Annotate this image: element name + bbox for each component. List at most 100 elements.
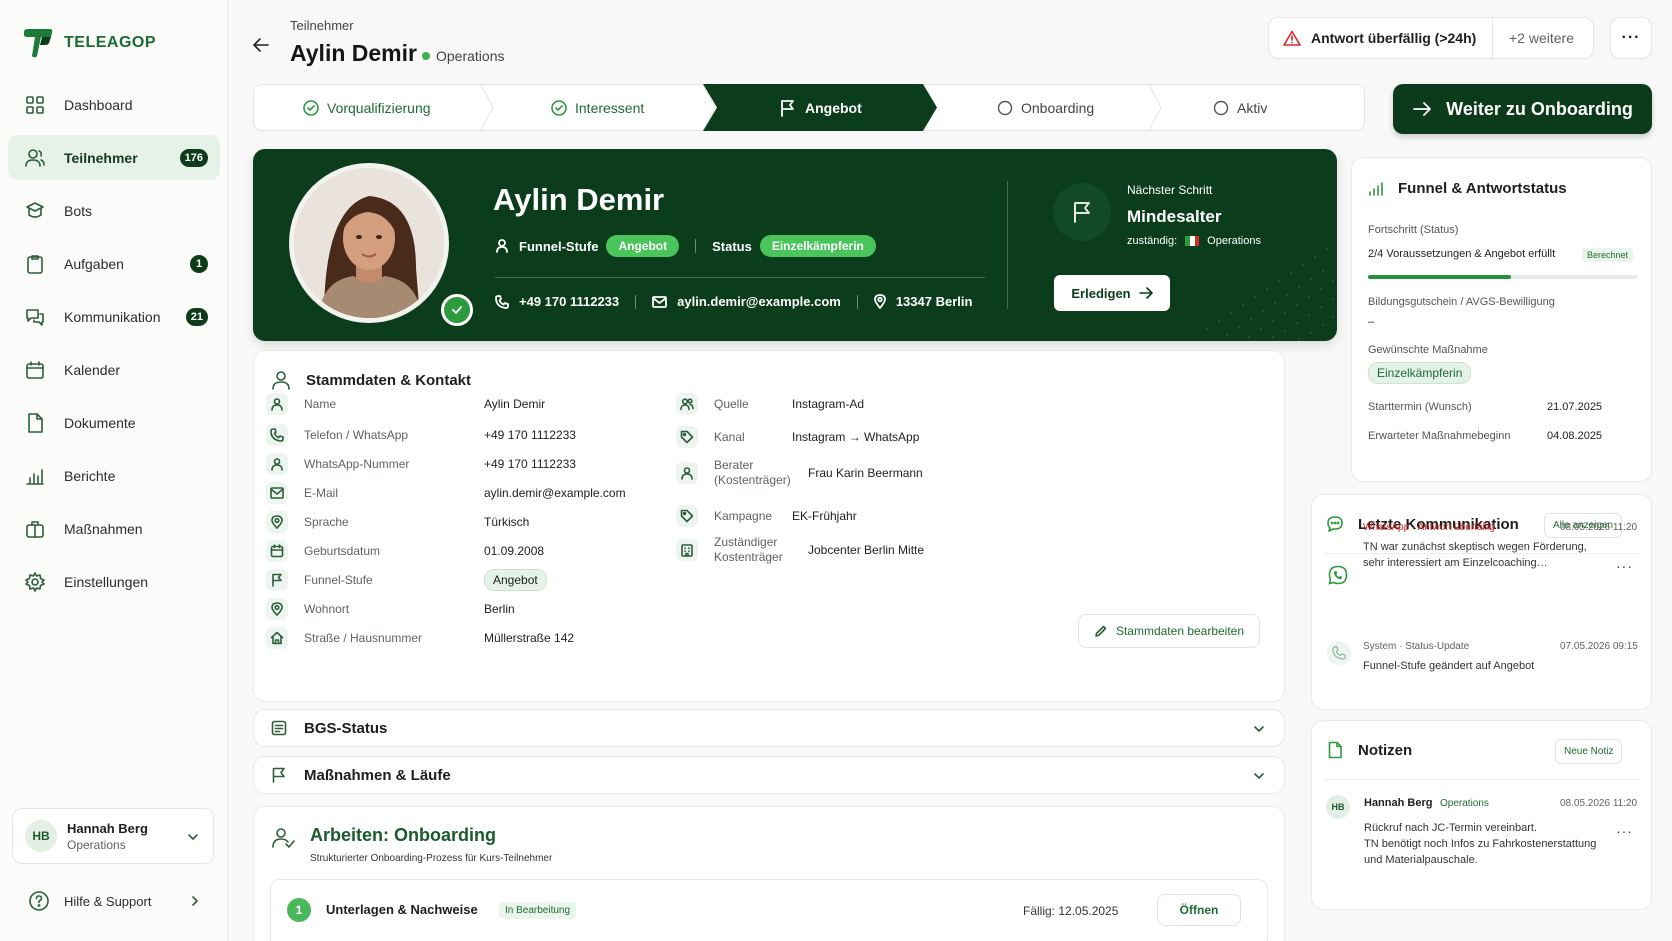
home-icon bbox=[270, 631, 284, 645]
sidebar-item-berichte[interactable]: Berichte bbox=[8, 453, 220, 498]
document-icon bbox=[28, 412, 43, 433]
bgs-label: Bildungsgutschein / AVGS-Bewilligung bbox=[1368, 296, 1555, 308]
message-more-button[interactable]: ··· bbox=[1616, 558, 1633, 574]
sidebar-item-label: Maßnahmen bbox=[64, 520, 143, 537]
divider bbox=[1324, 779, 1641, 780]
sidebar-item-massnahmen[interactable]: Maßnahmen bbox=[8, 506, 220, 551]
sidebar-item-dokumente[interactable]: Dokumente bbox=[8, 400, 220, 445]
funnel-stage-badge: Angebot bbox=[484, 569, 547, 591]
bot-icon bbox=[26, 201, 44, 218]
email-contact[interactable]: aylin.demir@example.com bbox=[652, 294, 841, 309]
divider bbox=[635, 294, 637, 309]
edit-stammdaten-button[interactable]: Stammdaten bearbeiten bbox=[1078, 614, 1260, 648]
gear-icon bbox=[25, 571, 45, 592]
alert-pill[interactable]: Antwort überfällig (>24h) +2 weitere bbox=[1268, 17, 1594, 59]
more-options-button[interactable]: ··· bbox=[1610, 17, 1652, 59]
field-language: Sprache Türkisch bbox=[266, 511, 529, 533]
step-aktiv[interactable]: Aktiv bbox=[1213, 84, 1267, 131]
complete-step-button[interactable]: Erledigen bbox=[1054, 275, 1170, 311]
message-time: 08.05.2026 11:20 bbox=[1560, 522, 1638, 533]
pencil-icon bbox=[1095, 625, 1107, 637]
sidebar-item-label: Aufgaben bbox=[64, 255, 124, 272]
accordion-title: Maßnahmen & Läufe bbox=[304, 766, 451, 784]
sidebar-item-dashboard[interactable]: Dashboard bbox=[8, 82, 220, 127]
card-title: Funnel & Antwortstatus bbox=[1398, 180, 1567, 197]
step-interessent[interactable]: Interessent bbox=[551, 84, 644, 131]
chevron-down-icon bbox=[1254, 773, 1264, 779]
new-note-button[interactable]: Neue Notiz bbox=[1555, 739, 1623, 764]
sidebar-item-einstellungen[interactable]: Einstellungen bbox=[8, 559, 220, 604]
sidebar-item-label: Berichte bbox=[64, 467, 116, 484]
field-residence: Wohnort Berlin bbox=[266, 598, 515, 620]
italy-flag-icon bbox=[1185, 236, 1200, 246]
note-team: Operations bbox=[1440, 798, 1489, 809]
calendar-icon bbox=[270, 544, 284, 558]
breadcrumb[interactable]: Teilnehmer bbox=[290, 18, 354, 33]
phone-value: +49 170 1112233 bbox=[519, 294, 620, 309]
step-onboarding[interactable]: Onboarding bbox=[997, 84, 1094, 131]
count-badge: 176 bbox=[179, 149, 208, 167]
empty-circle-icon bbox=[1213, 100, 1229, 115]
accordion-bgs-status[interactable]: BGS-Status bbox=[253, 709, 1285, 747]
step-angebot[interactable]: Angebot bbox=[779, 84, 862, 131]
alert-text: Antwort überfällig (>24h) bbox=[1311, 30, 1477, 46]
step-label: Vorqualifizierung bbox=[327, 99, 431, 116]
participant-badges: Funnel-Stufe Angebot Status Einzelkämpfe… bbox=[495, 235, 876, 257]
field-label: Funnel-Stufe bbox=[304, 572, 373, 587]
onboarding-work-card: Arbeiten: Onboarding Strukturierter Onbo… bbox=[253, 806, 1285, 941]
measure-badge: Einzelkämpferin bbox=[1368, 362, 1472, 384]
teleagop-logo-icon bbox=[23, 29, 53, 58]
bar-chart-icon bbox=[26, 468, 44, 485]
next-step-label: Weiter zu Onboarding bbox=[1446, 98, 1633, 119]
help-icon bbox=[29, 891, 49, 911]
flag-icon bbox=[272, 573, 282, 587]
overdue-alert[interactable]: Antwort überfällig (>24h) bbox=[1269, 18, 1493, 58]
sidebar-item-teilnehmer[interactable]: Teilnehmer 176 bbox=[8, 135, 220, 180]
field-label: Straße / Hausnummer bbox=[304, 630, 423, 645]
field-email: E-Mail aylin.demir@example.com bbox=[266, 482, 626, 504]
flag-icon bbox=[1074, 202, 1090, 223]
flag-icon bbox=[781, 99, 794, 117]
back-arrow-icon[interactable] bbox=[252, 36, 270, 54]
accordion-massnahmen[interactable]: Maßnahmen & Läufe bbox=[253, 756, 1285, 794]
chat-icon bbox=[1327, 516, 1343, 532]
step-vorqualifizierung[interactable]: Vorqualifizierung bbox=[303, 84, 431, 131]
sidebar-item-kalender[interactable]: Kalender bbox=[8, 347, 220, 392]
field-label: Wohnort bbox=[304, 601, 350, 616]
field-label: Kampagne bbox=[714, 508, 773, 523]
field-value: aylin.demir@example.com bbox=[484, 486, 626, 500]
help-support-link[interactable]: Hilfe & Support bbox=[28, 890, 200, 912]
app-logo[interactable]: TELEAGOP bbox=[22, 28, 156, 58]
field-label: Name bbox=[304, 396, 337, 411]
step-label: Aktiv bbox=[1237, 99, 1268, 116]
measure-label: Gewünschte Maßnahme bbox=[1368, 344, 1488, 356]
next-step-flag bbox=[1053, 183, 1111, 241]
message-time: 07.05.2026 09:15 bbox=[1560, 641, 1638, 652]
phone-contact[interactable]: +49 170 1112233 bbox=[495, 294, 619, 309]
user-icon bbox=[272, 371, 290, 390]
field-value: +49 170 1112233 bbox=[484, 428, 576, 442]
field-value: Instagram-Ad bbox=[792, 397, 865, 411]
status-label: Status bbox=[712, 238, 752, 254]
sidebar-nav: Dashboard Teilnehmer 176 Bots Aufgaben 1… bbox=[8, 82, 220, 612]
sidebar-item-kommunikation[interactable]: Kommunikation 21 bbox=[8, 294, 220, 339]
user-name: Hannah Berg bbox=[67, 820, 148, 836]
funnel-label: Funnel-Stufe bbox=[519, 238, 599, 254]
next-step-responsible: zuständig: Operations bbox=[1127, 235, 1261, 247]
funnel-stage-badge: Angebot bbox=[606, 235, 680, 257]
phone-icon bbox=[495, 294, 509, 309]
note-more-button[interactable]: ··· bbox=[1616, 823, 1633, 839]
task-number: 1 bbox=[287, 898, 311, 922]
field-label: Telefon / WhatsApp bbox=[304, 427, 409, 442]
field-value: Müllerstraße 142 bbox=[484, 631, 575, 645]
team-indicator: Operations bbox=[422, 48, 504, 64]
open-task-button[interactable]: Öffnen bbox=[1157, 894, 1241, 926]
sidebar-item-aufgaben[interactable]: Aufgaben 1 bbox=[8, 241, 220, 286]
start-value: 21.07.2025 bbox=[1547, 401, 1603, 413]
sidebar-item-label: Kalender bbox=[64, 361, 121, 378]
user-menu[interactable]: HB Hannah Berg Operations bbox=[12, 808, 214, 864]
alert-more-link[interactable]: +2 weitere bbox=[1493, 30, 1574, 46]
next-step-button[interactable]: Weiter zu Onboarding bbox=[1393, 84, 1652, 134]
start-label: Starttermin (Wunsch) bbox=[1368, 401, 1472, 413]
sidebar-item-bots[interactable]: Bots bbox=[8, 188, 220, 233]
